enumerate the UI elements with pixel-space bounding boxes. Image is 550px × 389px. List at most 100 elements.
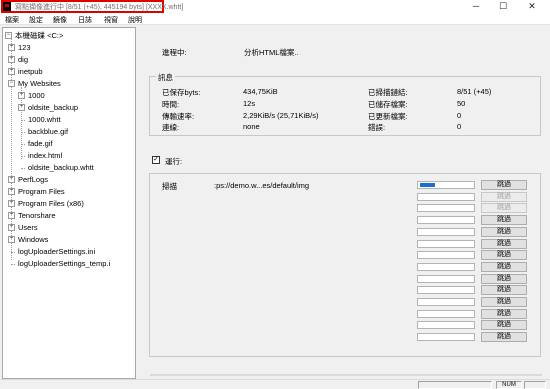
close-button[interactable]: ✕	[522, 0, 542, 13]
skip-button[interactable]: 跳過	[481, 285, 527, 295]
window-title-status: 寫點擷像進行中 [8/51 (+45), 445194 byts]	[15, 4, 144, 11]
skip-button[interactable]: 跳過	[481, 309, 527, 319]
updated-files-label: 已更新檔案:	[368, 112, 408, 121]
menu-file[interactable]: 檔案	[5, 15, 19, 25]
tree-item-label: Program Files	[18, 187, 65, 196]
info-group: 訊息 已保存byts: 434,75KiB 時間: 12s 傳輸速率: 2,29…	[149, 72, 541, 136]
skip-button[interactable]: 跳過	[481, 297, 527, 307]
folder-tree[interactable]: − 本機磁碟 <C:> + 123 + dig + inetpub − My W…	[2, 27, 136, 379]
updated-files-value: 0	[457, 111, 462, 120]
menu-bar: 檔案 設定 鏡像 日誌 視窗 說明	[0, 13, 550, 25]
transfers-group: 掃描 :ps://demo.w...es/default/img 跳過 跳過 跳過跳…	[149, 173, 541, 357]
tree-item-label: PerfLogs	[18, 175, 49, 184]
tree-connector	[21, 120, 25, 121]
scanned-links-value: 8/51 (+45)	[457, 87, 492, 96]
expand-icon[interactable]: +	[8, 44, 15, 51]
tree-item-label: Tenorshare	[18, 211, 56, 220]
tree-item-label: Users	[18, 223, 38, 232]
skip-button[interactable]: 跳過	[481, 227, 527, 237]
running-label: 運行:	[165, 157, 183, 166]
tree-root-label: 本機磁碟 <C:>	[15, 31, 64, 40]
slot-progress-bar	[417, 251, 475, 259]
scanned-links-label: 已掃描鏈結:	[368, 88, 408, 97]
rate-label: 傳輸速率:	[162, 112, 195, 121]
tree-item-label: 123	[18, 43, 31, 52]
skip-button: 跳過	[481, 192, 527, 202]
skip-button[interactable]: 跳過	[481, 239, 527, 249]
slot-progress-bar	[417, 321, 475, 329]
tree-item-label: fade.gif	[28, 139, 53, 148]
skip-button[interactable]: 跳過	[481, 274, 527, 284]
slot-progress-bar	[417, 310, 475, 318]
window-title: 寫點擷像進行中 [8/51 (+45), 445194 byts] [XXXX.…	[15, 2, 183, 12]
rate-value: 2,29KiB/s (25,71KiB/s)	[243, 111, 319, 120]
status-pane	[418, 381, 492, 389]
expand-icon[interactable]: +	[8, 212, 15, 219]
tree-connector	[21, 144, 25, 145]
slot-progress-bar	[417, 204, 475, 212]
collapse-icon[interactable]: −	[5, 32, 12, 39]
skip-button[interactable]: 跳過	[481, 320, 527, 330]
info-group-title: 訊息	[156, 72, 175, 83]
slot-progress-bar	[417, 240, 475, 248]
tree-connector	[21, 156, 25, 157]
tree-item-label: backblue.gif	[28, 127, 69, 136]
tree-item-label: oldsite_backup.whtt	[28, 163, 94, 172]
maximize-button[interactable]: ☐	[493, 0, 513, 13]
expand-icon[interactable]: +	[8, 56, 15, 63]
menu-window[interactable]: 視窗	[104, 15, 118, 25]
num-lock-indicator: NUM	[496, 381, 522, 389]
menu-mirror[interactable]: 鏡像	[53, 15, 67, 25]
tree-item-label: 1000.whtt	[28, 115, 61, 124]
tree-connector	[11, 264, 15, 265]
connections-value: none	[243, 122, 260, 131]
tree-item-label: oldsite_backup	[28, 103, 79, 112]
tree-item-label: inetpub	[18, 67, 43, 76]
running-checkbox[interactable]: ✓	[152, 156, 160, 164]
expand-icon[interactable]: +	[18, 92, 25, 99]
tree-item-label: dig	[18, 55, 29, 64]
slot-progress-bar	[417, 216, 475, 224]
connections-label: 連線:	[162, 123, 180, 132]
slot-progress-bar	[417, 298, 475, 306]
time-label: 時間:	[162, 100, 180, 109]
skip-button[interactable]: 跳過	[481, 250, 527, 260]
expand-icon[interactable]: +	[8, 176, 15, 183]
expand-icon[interactable]: +	[8, 224, 15, 231]
menu-settings[interactable]: 設定	[29, 15, 43, 25]
expand-icon[interactable]: +	[8, 236, 15, 243]
phase-label: 進程中:	[162, 48, 187, 57]
expand-icon[interactable]: +	[8, 68, 15, 75]
errors-value: 0	[457, 122, 462, 131]
slot-progress-fill	[420, 183, 435, 187]
slot-progress-bar	[417, 228, 475, 236]
status-bar: NUM	[0, 379, 550, 389]
saved-bytes-label: 已保存byts:	[162, 88, 201, 97]
skip-button[interactable]: 跳過	[481, 215, 527, 225]
menu-log[interactable]: 日誌	[78, 15, 92, 25]
errors-label: 錯誤:	[368, 123, 386, 132]
skip-button[interactable]: 跳過	[481, 262, 527, 272]
scan-url: :ps://demo.w...es/default/img	[214, 181, 310, 190]
stored-files-value: 50	[457, 99, 466, 108]
slot-progress-bar	[417, 275, 475, 283]
skip-button[interactable]: 跳過	[481, 180, 527, 190]
skip-button[interactable]: 跳過	[481, 332, 527, 342]
expand-icon[interactable]: +	[8, 188, 15, 195]
title-bar: 寫點擷像進行中 [8/51 (+45), 445194 byts] [XXXX.…	[0, 0, 550, 13]
expand-icon[interactable]: +	[18, 104, 25, 111]
slot-progress-bar	[417, 263, 475, 271]
tree-connector	[21, 132, 25, 133]
expand-icon[interactable]: +	[8, 200, 15, 207]
slot-progress-bar	[417, 286, 475, 294]
minimize-button[interactable]: ─	[466, 0, 486, 13]
slot-progress-bar	[417, 181, 475, 189]
skip-button: 跳過	[481, 203, 527, 213]
collapse-icon[interactable]: −	[8, 80, 15, 87]
menu-help[interactable]: 說明	[128, 15, 142, 25]
tree-item-label: 1000	[28, 91, 45, 100]
tree-connector	[11, 252, 15, 253]
scan-label: 掃描	[162, 182, 177, 191]
status-pane	[524, 381, 546, 389]
horizontal-scrollbar[interactable]	[150, 374, 542, 376]
